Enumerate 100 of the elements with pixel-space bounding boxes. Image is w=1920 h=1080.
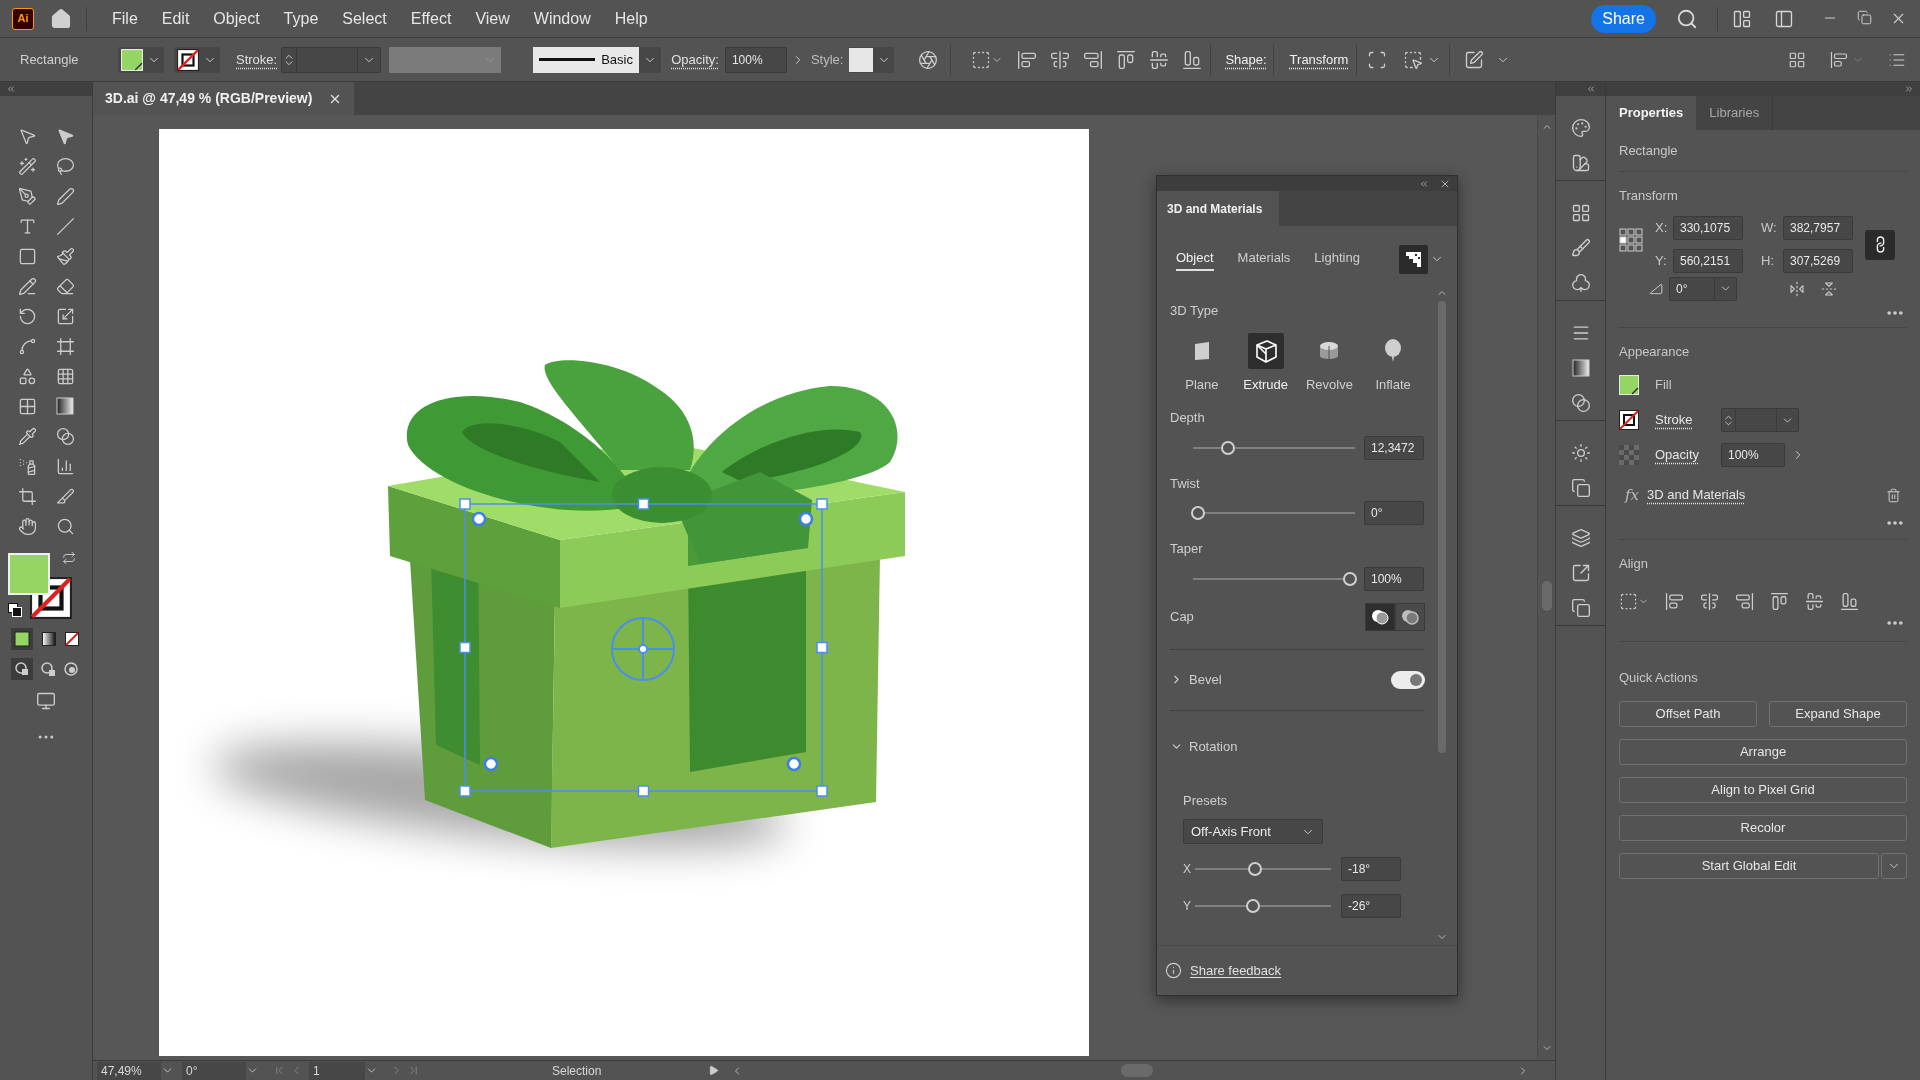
hand-icon[interactable] bbox=[17, 516, 37, 536]
corner-radius-handle[interactable] bbox=[786, 756, 802, 772]
stroke-weight-field[interactable] bbox=[1721, 408, 1799, 432]
lasso-icon[interactable] bbox=[55, 156, 75, 176]
rectangle-icon[interactable] bbox=[17, 246, 37, 266]
number-field[interactable]: 330,1075 bbox=[1673, 215, 1743, 240]
square-grid-icon[interactable] bbox=[1619, 227, 1643, 252]
rotation-field[interactable]: 0° bbox=[182, 1061, 246, 1080]
panel-tab[interactable]: Materials bbox=[1237, 247, 1291, 271]
quick-action-button[interactable]: Align to Pixel Grid bbox=[1619, 777, 1907, 803]
info-icon[interactable] bbox=[1165, 962, 1182, 979]
style-swatch-icon[interactable] bbox=[849, 47, 874, 72]
menu-item[interactable]: Help bbox=[602, 4, 660, 33]
3d-type-option[interactable]: Plane bbox=[1170, 332, 1234, 394]
corner-radius-handle[interactable] bbox=[798, 511, 814, 527]
search-icon[interactable] bbox=[1676, 7, 1698, 30]
panel-tab[interactable]: Libraries bbox=[1696, 96, 1774, 130]
quad-grid-icon[interactable] bbox=[17, 396, 37, 416]
magnifier-icon[interactable] bbox=[55, 516, 75, 536]
shape-link[interactable]: Shape: bbox=[1225, 49, 1267, 70]
resize-handle[interactable] bbox=[816, 498, 828, 510]
fill-swatch-icon[interactable] bbox=[121, 48, 143, 71]
layers-icon[interactable] bbox=[1570, 527, 1591, 548]
play-icon[interactable] bbox=[708, 1065, 719, 1076]
opacity-label[interactable]: Opacity: bbox=[671, 49, 719, 70]
restore-icon[interactable] bbox=[1856, 10, 1872, 25]
number-field[interactable]: 307,5269 bbox=[1783, 248, 1853, 273]
menu-item[interactable]: Type bbox=[271, 4, 331, 33]
transform-link[interactable]: Transform bbox=[1289, 49, 1349, 70]
resize-handle[interactable] bbox=[816, 785, 828, 797]
up-down-chevron-icon[interactable] bbox=[1722, 413, 1735, 427]
opacity-field[interactable]: 100% bbox=[724, 46, 787, 73]
monitor-icon[interactable] bbox=[36, 691, 56, 711]
menu-item[interactable]: Window bbox=[521, 4, 603, 33]
quick-action-button[interactable]: Start Global Edit bbox=[1619, 853, 1879, 879]
rotate-icon[interactable] bbox=[17, 306, 37, 326]
document-tab[interactable]: 3D.ai @ 47,49 % (RGB/Preview) bbox=[93, 82, 355, 115]
arrow-out-square-icon[interactable] bbox=[1570, 562, 1591, 583]
stroke-weight-field[interactable] bbox=[281, 46, 382, 73]
corner-radius-handle[interactable] bbox=[471, 511, 487, 527]
section-label[interactable]: Rotation bbox=[1189, 736, 1238, 757]
fill-color-dropdown[interactable] bbox=[118, 46, 164, 73]
slider-thumb[interactable] bbox=[1221, 440, 1236, 455]
collapse-icon[interactable] bbox=[6, 84, 16, 94]
overlapping-circles-icon[interactable] bbox=[1570, 392, 1591, 413]
panel-icon[interactable] bbox=[1774, 8, 1794, 29]
slider-track[interactable] bbox=[1193, 862, 1333, 876]
stroke-swatch-icon[interactable] bbox=[1619, 410, 1639, 430]
stacked-squares-icon[interactable] bbox=[1570, 597, 1591, 618]
number-field[interactable]: -26° bbox=[1341, 894, 1401, 918]
align-left-icon[interactable] bbox=[1017, 49, 1038, 70]
menu-item[interactable]: Object bbox=[201, 4, 272, 33]
align-top-icon[interactable] bbox=[1116, 49, 1137, 70]
quick-action-button[interactable]: Offset Path bbox=[1619, 701, 1757, 727]
collapse-icon[interactable] bbox=[1419, 178, 1429, 189]
magic-wand-icon[interactable] bbox=[17, 156, 37, 176]
align-center-icon[interactable] bbox=[1700, 591, 1719, 611]
stacked-squares-icon[interactable] bbox=[1570, 477, 1591, 498]
resize-handle[interactable] bbox=[459, 641, 471, 654]
slider-track[interactable] bbox=[1193, 899, 1333, 913]
shapes-icon[interactable] bbox=[17, 366, 37, 386]
presets-dropdown[interactable]: Off-Axis Front bbox=[1183, 819, 1323, 844]
eraser-icon[interactable] bbox=[55, 276, 75, 296]
circle-dot-icon[interactable] bbox=[63, 661, 80, 677]
stroke-label[interactable]: Stroke: bbox=[236, 49, 278, 70]
align-left-icon[interactable] bbox=[1665, 591, 1684, 611]
corner-brackets-icon[interactable] bbox=[1367, 49, 1388, 70]
share-button[interactable]: Share bbox=[1591, 4, 1656, 33]
pencil-icon[interactable] bbox=[55, 186, 75, 206]
3d-type-option[interactable]: Inflate bbox=[1361, 332, 1425, 394]
aperture-icon[interactable] bbox=[918, 49, 939, 70]
zoom-field[interactable]: 47,49% bbox=[97, 1061, 161, 1080]
align-bottom-icon[interactable] bbox=[1182, 49, 1203, 70]
scrollbar-thumb[interactable] bbox=[1121, 1064, 1153, 1077]
slider-track[interactable] bbox=[1191, 506, 1357, 520]
align-middle-icon[interactable] bbox=[1805, 591, 1824, 611]
toggle-switch[interactable] bbox=[1391, 670, 1425, 689]
panel-tab[interactable]: Properties bbox=[1606, 96, 1697, 130]
dashed-square-icon[interactable] bbox=[1619, 591, 1638, 611]
number-field[interactable]: -18° bbox=[1341, 857, 1401, 881]
quick-action-button[interactable]: Expand Shape bbox=[1769, 701, 1907, 727]
slider-thumb[interactable] bbox=[1343, 571, 1357, 586]
angle-icon[interactable] bbox=[1649, 281, 1663, 296]
number-field[interactable]: 382,7957 bbox=[1783, 215, 1853, 240]
menu-item[interactable]: Select bbox=[330, 4, 399, 33]
grid-icon[interactable] bbox=[1788, 50, 1806, 69]
angle-field[interactable]: 0° bbox=[1669, 276, 1737, 301]
home-icon[interactable] bbox=[50, 7, 72, 30]
club-icon[interactable] bbox=[1570, 272, 1591, 293]
dashed-square-pointer-icon[interactable] bbox=[1403, 49, 1424, 70]
3d-type-option[interactable]: Revolve bbox=[1297, 332, 1362, 394]
stroke-swatch-icon[interactable] bbox=[177, 48, 199, 71]
number-field[interactable]: 560,2151 bbox=[1673, 248, 1743, 273]
effect-link[interactable]: 3D and Materials bbox=[1647, 485, 1746, 505]
eyedropper-icon[interactable] bbox=[17, 426, 37, 446]
align-top-icon[interactable] bbox=[1770, 591, 1789, 611]
section-label[interactable]: Bevel bbox=[1189, 669, 1222, 690]
style-dropdown[interactable] bbox=[849, 46, 895, 73]
knife-icon[interactable] bbox=[55, 486, 75, 506]
square-pen-icon[interactable] bbox=[1464, 49, 1485, 70]
